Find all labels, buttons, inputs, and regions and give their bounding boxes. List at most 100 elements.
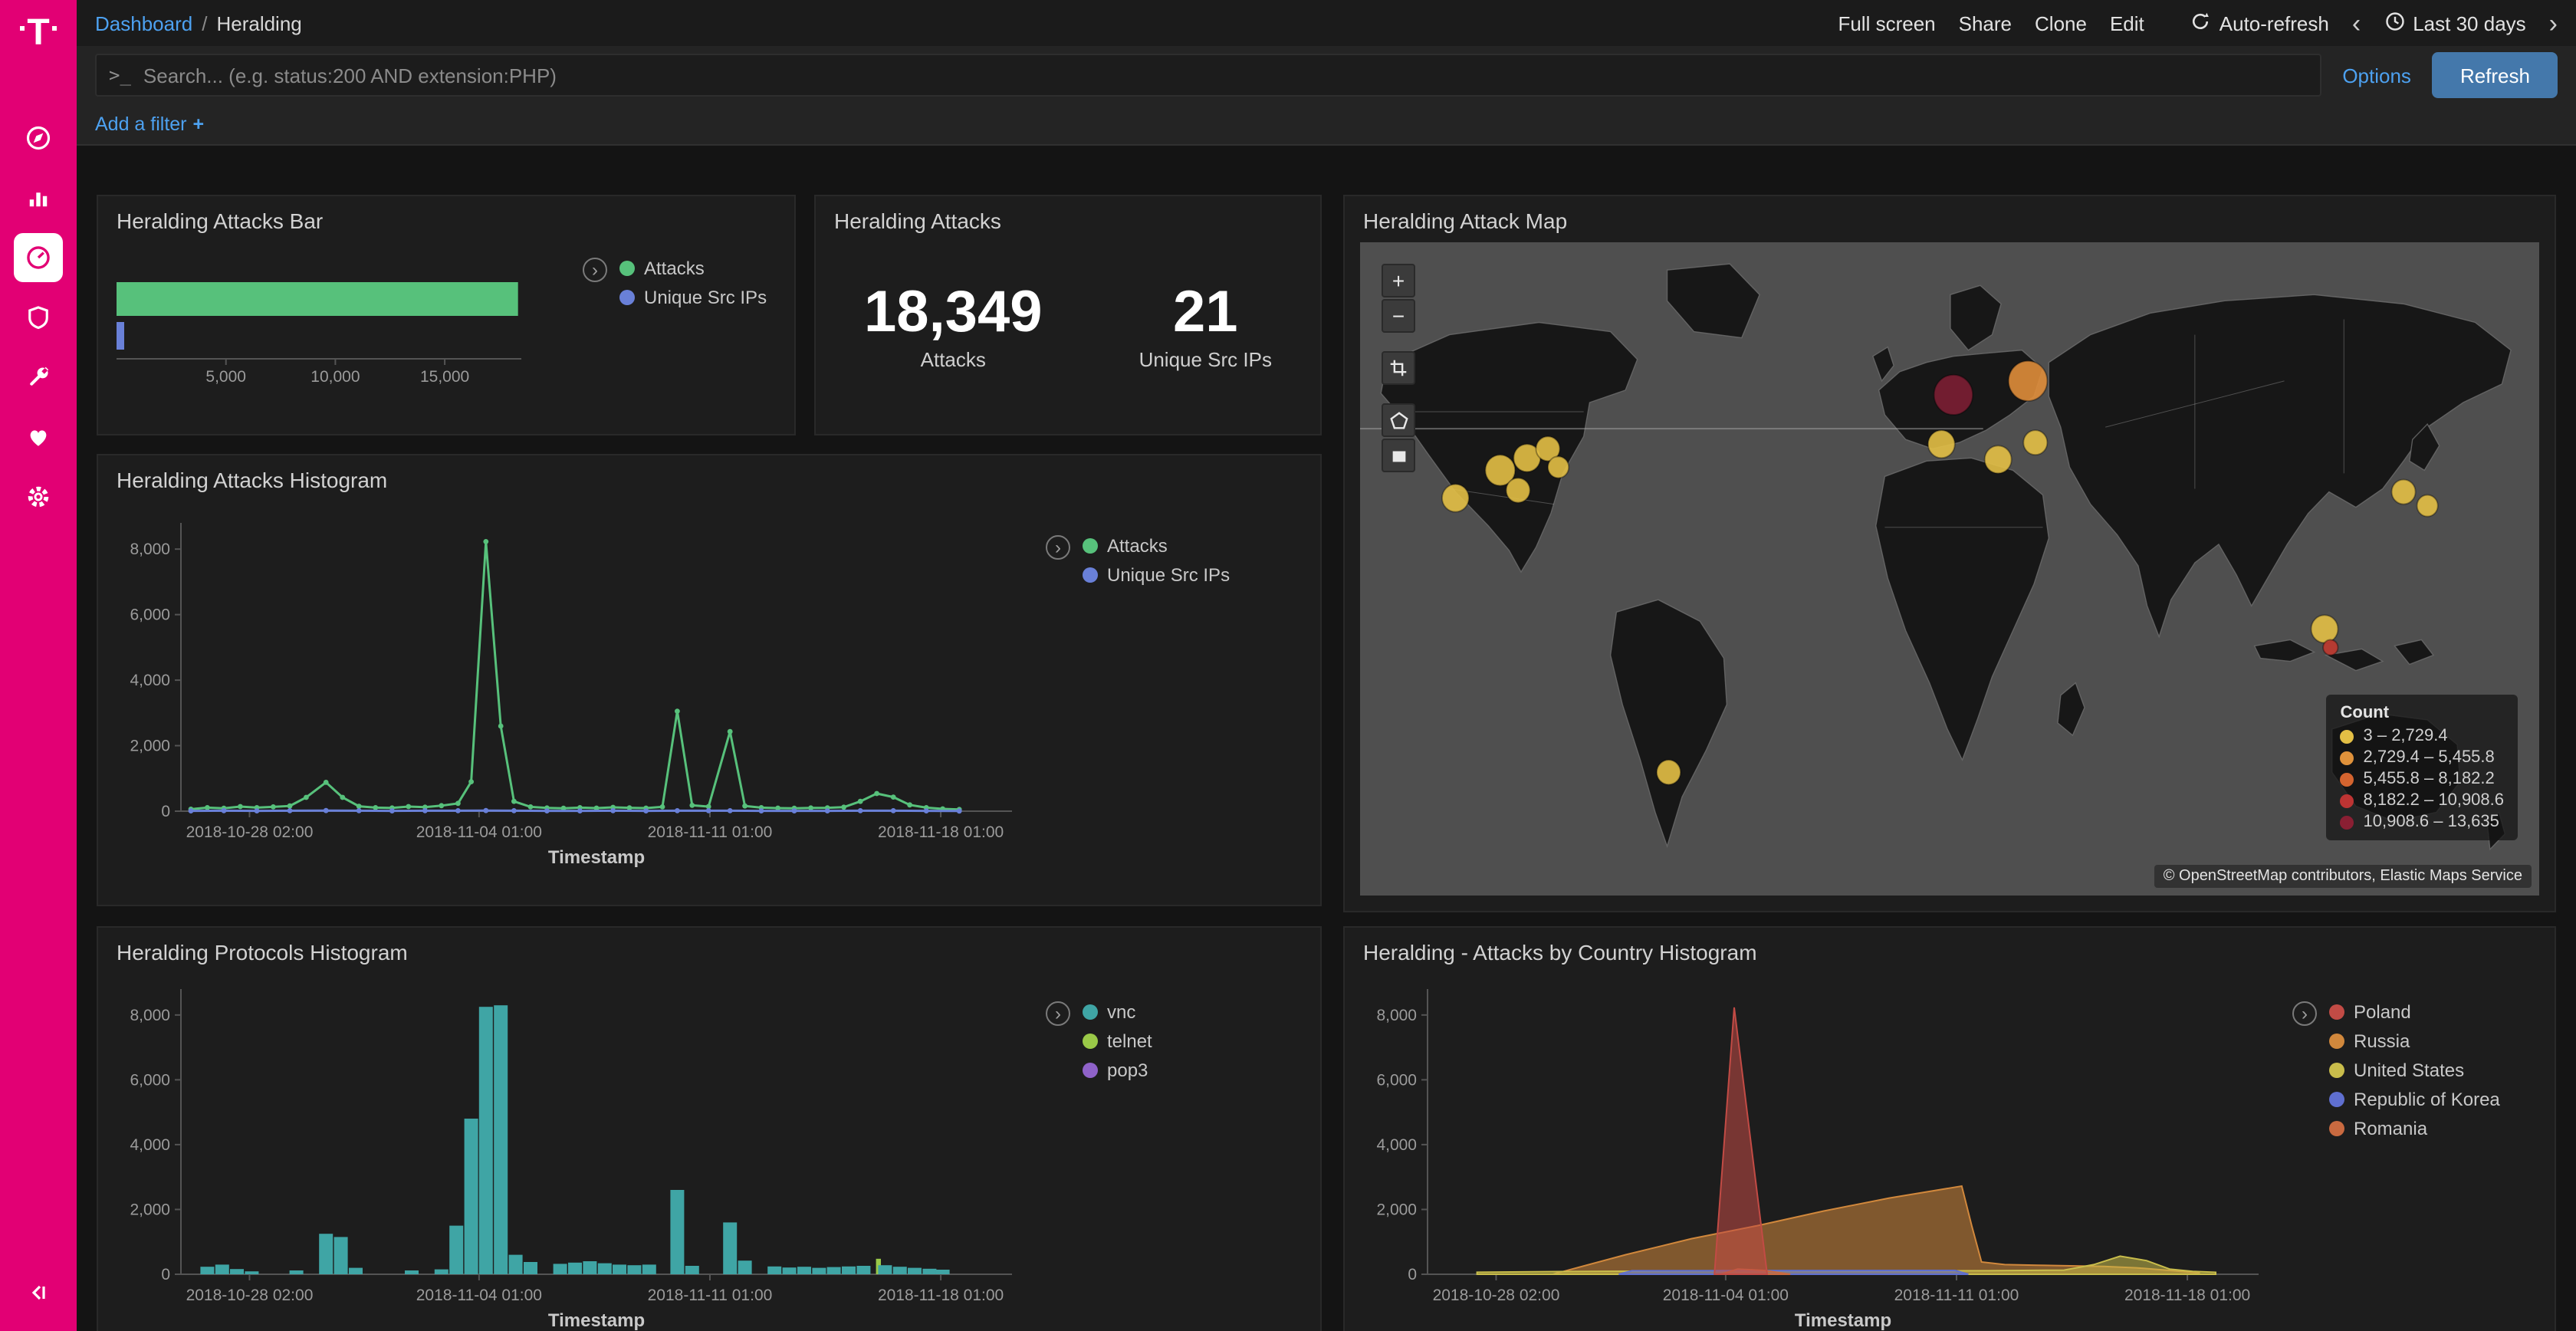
legend-swatch bbox=[2329, 1063, 2344, 1078]
svg-text:2,000: 2,000 bbox=[130, 738, 170, 755]
legend-label: Poland bbox=[2354, 1001, 2411, 1023]
rectangle-select-button[interactable] bbox=[1382, 439, 1415, 472]
console-prompt-icon: >_ bbox=[109, 64, 131, 86]
legend-item[interactable]: Poland bbox=[2329, 1001, 2500, 1023]
search-input[interactable] bbox=[143, 64, 2307, 87]
metric-label: Unique Src IPs bbox=[1139, 349, 1272, 372]
panel-attacks-histogram: Heralding Attacks Histogram 02,0004,0006… bbox=[97, 454, 1322, 906]
topnav-action-clone[interactable]: Clone bbox=[2035, 12, 2087, 35]
map-legend-row: 3 – 2,729.4 bbox=[2341, 727, 2505, 745]
legend-item[interactable]: Attacks bbox=[619, 258, 767, 279]
world-map[interactable]: + − Count 3 – 2,729.42,729.4 – bbox=[1360, 242, 2539, 896]
legend-item[interactable]: vnc bbox=[1083, 1001, 1152, 1023]
svg-text:8,000: 8,000 bbox=[130, 1007, 170, 1024]
svg-text:2018-11-18 01:00: 2018-11-18 01:00 bbox=[878, 1287, 1004, 1304]
legend-item[interactable]: United States bbox=[2329, 1060, 2500, 1081]
map-legend-range: 10,908.6 – 13,635 bbox=[2364, 813, 2499, 831]
sidebar-item-discover[interactable] bbox=[14, 113, 63, 163]
map-marker[interactable] bbox=[1928, 430, 1955, 458]
legend-item[interactable]: Unique Src IPs bbox=[619, 287, 767, 308]
map-marker[interactable] bbox=[2392, 479, 2416, 504]
legend-toggle-icon[interactable]: › bbox=[1046, 1001, 1070, 1026]
map-legend-swatch bbox=[2341, 751, 2354, 764]
legend-item[interactable]: Attacks bbox=[1083, 535, 1230, 557]
svg-text:2018-11-11 01:00: 2018-11-11 01:00 bbox=[1894, 1287, 2019, 1304]
map-marker[interactable] bbox=[1934, 375, 1973, 415]
wrench-icon bbox=[25, 363, 52, 391]
map-marker[interactable] bbox=[1548, 456, 1569, 478]
map-marker[interactable] bbox=[2323, 639, 2338, 655]
map-marker[interactable] bbox=[2009, 361, 2048, 401]
map-marker[interactable] bbox=[1506, 478, 1530, 502]
svg-text:2,000: 2,000 bbox=[130, 1201, 170, 1218]
metric-value: 18,349 bbox=[864, 281, 1042, 346]
shield-icon bbox=[25, 304, 52, 331]
sidebar-item-visualize[interactable] bbox=[14, 173, 63, 222]
map-marker[interactable] bbox=[2023, 430, 2047, 455]
clock-icon bbox=[2384, 10, 2405, 36]
time-forward-chevron-icon[interactable]: › bbox=[2549, 10, 2558, 36]
topnav-action-edit[interactable]: Edit bbox=[2110, 12, 2144, 35]
logo-dot-left bbox=[19, 25, 24, 30]
country-histogram-chart[interactable]: 02,0004,0006,0008,0002018-10-28 02:00201… bbox=[1357, 974, 2277, 1331]
time-range-button[interactable]: Last 30 days bbox=[2384, 10, 2525, 36]
legend-item[interactable]: Republic of Korea bbox=[2329, 1089, 2500, 1110]
topnav-action-full-screen[interactable]: Full screen bbox=[1838, 12, 1935, 35]
legend-item[interactable]: Russia bbox=[2329, 1030, 2500, 1052]
svg-text:2018-11-11 01:00: 2018-11-11 01:00 bbox=[648, 823, 773, 841]
map-marker[interactable] bbox=[1442, 484, 1469, 511]
map-marker[interactable] bbox=[1657, 760, 1681, 784]
zoom-in-button[interactable]: + bbox=[1382, 264, 1415, 297]
map-legend-swatch bbox=[2341, 794, 2354, 807]
legend-item[interactable]: pop3 bbox=[1083, 1060, 1152, 1081]
zoom-out-button[interactable]: − bbox=[1382, 299, 1415, 333]
auto-refresh-label: Auto-refresh bbox=[2220, 12, 2329, 35]
svg-text:2018-10-28 02:00: 2018-10-28 02:00 bbox=[186, 823, 314, 841]
legend-swatch bbox=[1083, 1063, 1098, 1078]
telekom-logo[interactable]: T bbox=[19, 15, 57, 52]
map-marker[interactable] bbox=[2312, 615, 2338, 642]
legend-item[interactable]: telnet bbox=[1083, 1030, 1152, 1052]
refresh-button[interactable]: Refresh bbox=[2433, 52, 2558, 98]
options-link[interactable]: Options bbox=[2342, 64, 2411, 87]
legend-item[interactable]: Romania bbox=[2329, 1118, 2500, 1139]
sidebar-item-monitoring[interactable] bbox=[14, 412, 63, 462]
time-range-label: Last 30 days bbox=[2413, 12, 2525, 35]
attacks-bar-chart[interactable]: 5,00010,00015,000 bbox=[110, 270, 567, 386]
protocols-histogram-chart[interactable]: 02,0004,0006,0008,0002018-10-28 02:00201… bbox=[110, 974, 1030, 1331]
legend-label: Attacks bbox=[644, 258, 705, 279]
map-marker[interactable] bbox=[2417, 495, 2438, 517]
panel-title: Heralding Protocols Histogram bbox=[98, 928, 1320, 968]
add-filter-link[interactable]: Add a filter+ bbox=[95, 113, 204, 135]
legend-toggle-icon[interactable]: › bbox=[2292, 1001, 2317, 1026]
plus-icon: + bbox=[193, 113, 205, 135]
sidebar-item-security[interactable] bbox=[14, 293, 63, 342]
legend-label: United States bbox=[2354, 1060, 2464, 1081]
map-marker[interactable] bbox=[1985, 445, 2012, 473]
svg-text:6,000: 6,000 bbox=[130, 606, 170, 624]
collapse-sidebar-icon[interactable] bbox=[26, 1280, 51, 1313]
legend-item[interactable]: Unique Src IPs bbox=[1083, 564, 1230, 586]
panel-title: Heralding Attacks Bar bbox=[98, 196, 794, 236]
kibana-dashboard-app: T Dashboard / Heralding bbox=[0, 0, 2576, 1331]
panel-title: Heralding Attacks bbox=[816, 196, 1320, 236]
sidebar-item-dev-tools[interactable] bbox=[14, 353, 63, 402]
attacks-histogram-chart[interactable]: 02,0004,0006,0008,0002018-10-28 02:00201… bbox=[110, 508, 1030, 876]
time-back-chevron-icon[interactable]: ‹ bbox=[2352, 10, 2361, 36]
panel-title: Heralding - Attacks by Country Histogram bbox=[1345, 928, 2555, 968]
sidebar-item-management[interactable] bbox=[14, 472, 63, 521]
polygon-select-button[interactable] bbox=[1382, 403, 1415, 437]
legend-label: Unique Src IPs bbox=[1107, 564, 1230, 586]
svg-text:2018-11-04 01:00: 2018-11-04 01:00 bbox=[416, 823, 542, 841]
map-legend-row: 5,455.8 – 8,182.2 bbox=[2341, 770, 2505, 788]
topnav-action-share[interactable]: Share bbox=[1959, 12, 2012, 35]
legend-swatch bbox=[1083, 567, 1098, 583]
legend-toggle-icon[interactable]: › bbox=[1046, 535, 1070, 560]
breadcrumb-dashboard-link[interactable]: Dashboard bbox=[95, 12, 192, 35]
svg-text:8,000: 8,000 bbox=[1376, 1007, 1417, 1024]
auto-refresh-button[interactable]: Auto-refresh bbox=[2190, 10, 2329, 36]
map-controls: + − bbox=[1382, 264, 1415, 472]
fit-bounds-button[interactable] bbox=[1382, 351, 1415, 385]
sidebar-item-dashboard[interactable] bbox=[14, 233, 63, 282]
legend-toggle-icon[interactable]: › bbox=[583, 258, 607, 282]
